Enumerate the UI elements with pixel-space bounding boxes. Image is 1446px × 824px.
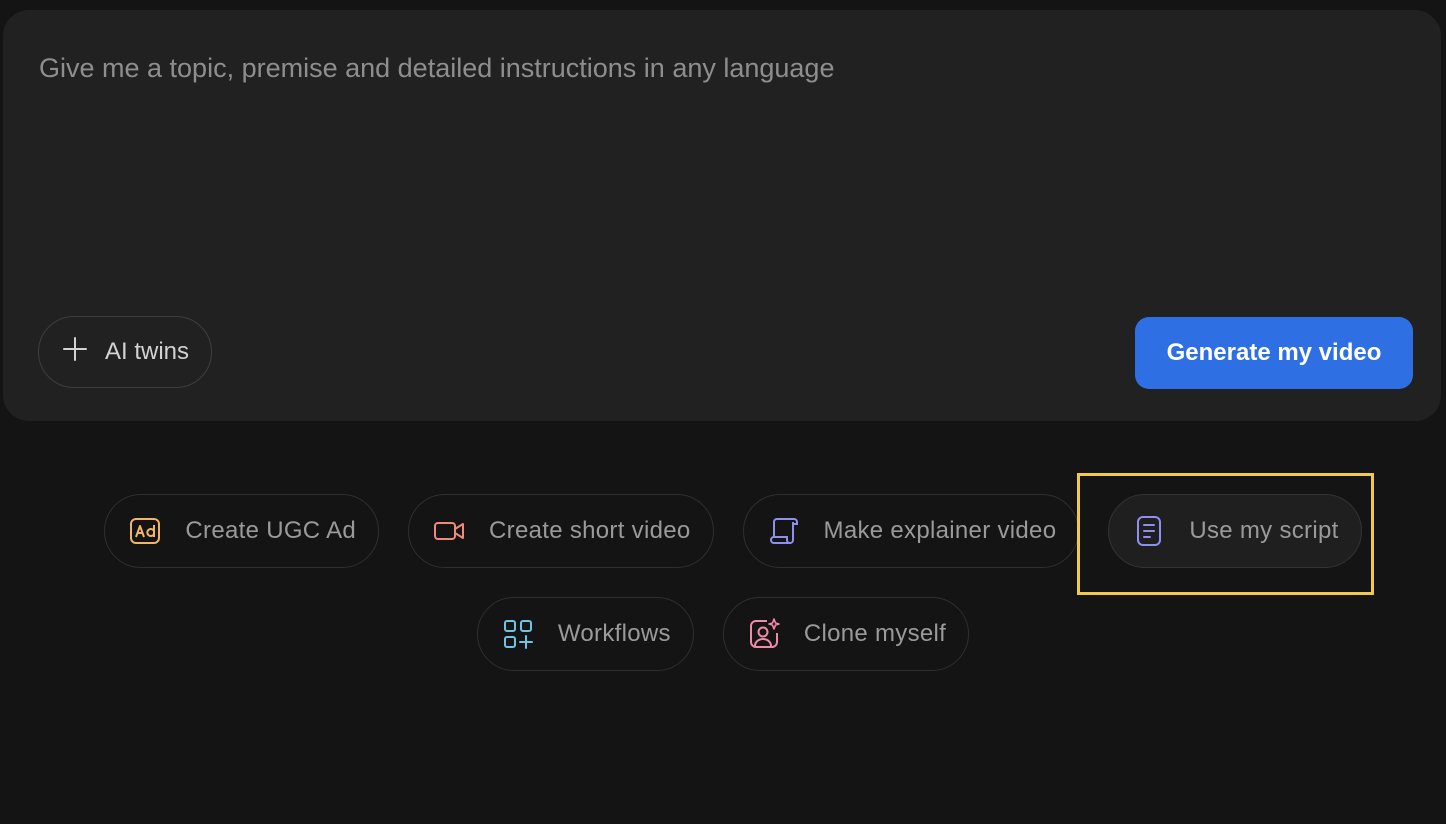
clone-myself-chip[interactable]: Clone myself [722,597,970,671]
workflows-chip[interactable]: Workflows [476,597,694,671]
scroll-icon [766,513,802,549]
prompt-card: AI twins Generate my video [3,10,1441,421]
ai-twins-label: AI twins [105,338,190,365]
quick-actions-row-1: Create UGC Ad Create short video Make ex… [0,494,1446,568]
grid-plus-icon [500,616,536,652]
generate-video-label: Generate my video [1166,339,1382,366]
use-my-script-chip[interactable]: Use my script [1108,494,1362,568]
user-sparkle-icon [746,616,782,652]
quick-actions-row-2: Workflows Clone myself [0,597,1446,671]
create-ugc-ad-label: Create UGC Ad [185,517,357,544]
create-short-video-chip[interactable]: Create short video [408,494,714,568]
ai-twins-button[interactable]: AI twins [38,316,213,388]
create-short-video-label: Create short video [489,517,691,544]
prompt-input[interactable] [39,50,1399,270]
ad-icon [127,513,163,549]
use-my-script-label: Use my script [1189,517,1339,544]
make-explainer-video-label: Make explainer video [823,517,1057,544]
clone-myself-label: Clone myself [803,620,947,647]
plus-icon [61,335,89,370]
workflows-label: Workflows [557,620,671,647]
document-icon [1131,513,1167,549]
make-explainer-video-chip[interactable]: Make explainer video [742,494,1080,568]
generate-video-button[interactable]: Generate my video [1135,317,1413,389]
create-ugc-ad-chip[interactable]: Create UGC Ad [104,494,380,568]
video-camera-icon [431,513,467,549]
